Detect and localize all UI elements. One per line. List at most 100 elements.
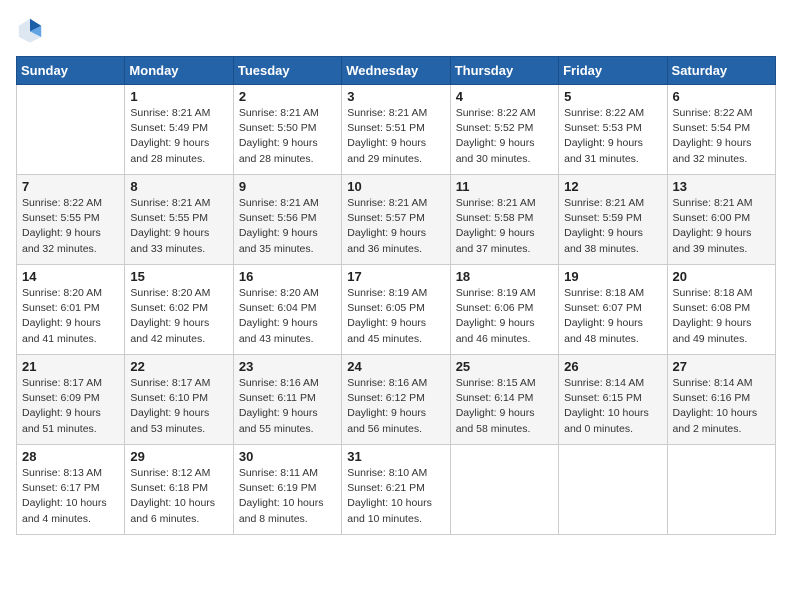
day-number: 18	[456, 269, 553, 284]
calendar-cell: 25 Sunrise: 8:15 AMSunset: 6:14 PMDayligh…	[450, 355, 558, 445]
day-info: Sunrise: 8:16 AMSunset: 6:12 PMDaylight:…	[347, 376, 444, 437]
day-info: Sunrise: 8:15 AMSunset: 6:14 PMDaylight:…	[456, 376, 553, 437]
day-number: 2	[239, 89, 336, 104]
day-number: 8	[130, 179, 227, 194]
calendar-week-5: 28 Sunrise: 8:13 AMSunset: 6:17 PMDayligh…	[17, 445, 776, 535]
day-number: 22	[130, 359, 227, 374]
calendar-cell: 23 Sunrise: 8:16 AMSunset: 6:11 PMDayligh…	[233, 355, 341, 445]
calendar-cell: 29 Sunrise: 8:12 AMSunset: 6:18 PMDayligh…	[125, 445, 233, 535]
day-info: Sunrise: 8:20 AMSunset: 6:02 PMDaylight:…	[130, 286, 227, 347]
calendar-cell: 20 Sunrise: 8:18 AMSunset: 6:08 PMDayligh…	[667, 265, 775, 355]
calendar-cell: 8 Sunrise: 8:21 AMSunset: 5:55 PMDaylight…	[125, 175, 233, 265]
day-number: 29	[130, 449, 227, 464]
day-info: Sunrise: 8:17 AMSunset: 6:09 PMDaylight:…	[22, 376, 119, 437]
day-info: Sunrise: 8:21 AMSunset: 6:00 PMDaylight:…	[673, 196, 770, 257]
day-info: Sunrise: 8:12 AMSunset: 6:18 PMDaylight:…	[130, 466, 227, 527]
calendar-cell: 16 Sunrise: 8:20 AMSunset: 6:04 PMDayligh…	[233, 265, 341, 355]
day-number: 10	[347, 179, 444, 194]
calendar-cell: 21 Sunrise: 8:17 AMSunset: 6:09 PMDayligh…	[17, 355, 125, 445]
day-number: 21	[22, 359, 119, 374]
calendar-cell: 11 Sunrise: 8:21 AMSunset: 5:58 PMDayligh…	[450, 175, 558, 265]
calendar-week-4: 21 Sunrise: 8:17 AMSunset: 6:09 PMDayligh…	[17, 355, 776, 445]
day-info: Sunrise: 8:13 AMSunset: 6:17 PMDaylight:…	[22, 466, 119, 527]
calendar-cell: 6 Sunrise: 8:22 AMSunset: 5:54 PMDaylight…	[667, 85, 775, 175]
day-info: Sunrise: 8:18 AMSunset: 6:08 PMDaylight:…	[673, 286, 770, 347]
day-info: Sunrise: 8:17 AMSunset: 6:10 PMDaylight:…	[130, 376, 227, 437]
calendar-week-3: 14 Sunrise: 8:20 AMSunset: 6:01 PMDayligh…	[17, 265, 776, 355]
weekday-header-saturday: Saturday	[667, 57, 775, 85]
day-info: Sunrise: 8:21 AMSunset: 5:55 PMDaylight:…	[130, 196, 227, 257]
day-info: Sunrise: 8:21 AMSunset: 5:51 PMDaylight:…	[347, 106, 444, 167]
calendar-cell: 14 Sunrise: 8:20 AMSunset: 6:01 PMDayligh…	[17, 265, 125, 355]
day-number: 23	[239, 359, 336, 374]
day-number: 1	[130, 89, 227, 104]
calendar-header: SundayMondayTuesdayWednesdayThursdayFrid…	[17, 57, 776, 85]
calendar-cell	[559, 445, 667, 535]
calendar-cell: 5 Sunrise: 8:22 AMSunset: 5:53 PMDaylight…	[559, 85, 667, 175]
calendar-cell: 24 Sunrise: 8:16 AMSunset: 6:12 PMDayligh…	[342, 355, 450, 445]
day-number: 17	[347, 269, 444, 284]
day-info: Sunrise: 8:21 AMSunset: 5:58 PMDaylight:…	[456, 196, 553, 257]
day-info: Sunrise: 8:21 AMSunset: 5:50 PMDaylight:…	[239, 106, 336, 167]
calendar-cell: 28 Sunrise: 8:13 AMSunset: 6:17 PMDayligh…	[17, 445, 125, 535]
day-number: 3	[347, 89, 444, 104]
day-info: Sunrise: 8:16 AMSunset: 6:11 PMDaylight:…	[239, 376, 336, 437]
logo	[16, 16, 48, 44]
calendar-table: SundayMondayTuesdayWednesdayThursdayFrid…	[16, 56, 776, 535]
day-info: Sunrise: 8:20 AMSunset: 6:01 PMDaylight:…	[22, 286, 119, 347]
calendar-cell	[667, 445, 775, 535]
calendar-cell: 19 Sunrise: 8:18 AMSunset: 6:07 PMDayligh…	[559, 265, 667, 355]
day-number: 14	[22, 269, 119, 284]
day-info: Sunrise: 8:11 AMSunset: 6:19 PMDaylight:…	[239, 466, 336, 527]
weekday-header-thursday: Thursday	[450, 57, 558, 85]
day-info: Sunrise: 8:14 AMSunset: 6:16 PMDaylight:…	[673, 376, 770, 437]
weekday-header-wednesday: Wednesday	[342, 57, 450, 85]
day-info: Sunrise: 8:19 AMSunset: 6:06 PMDaylight:…	[456, 286, 553, 347]
calendar-cell	[450, 445, 558, 535]
day-info: Sunrise: 8:18 AMSunset: 6:07 PMDaylight:…	[564, 286, 661, 347]
day-number: 9	[239, 179, 336, 194]
calendar-cell: 4 Sunrise: 8:22 AMSunset: 5:52 PMDaylight…	[450, 85, 558, 175]
day-number: 27	[673, 359, 770, 374]
day-info: Sunrise: 8:22 AMSunset: 5:54 PMDaylight:…	[673, 106, 770, 167]
calendar-cell: 15Sunrise: 8:20 AMSunset: 6:02 PMDayligh…	[125, 265, 233, 355]
logo-icon	[16, 16, 44, 44]
calendar-cell: 18 Sunrise: 8:19 AMSunset: 6:06 PMDayligh…	[450, 265, 558, 355]
day-info: Sunrise: 8:21 AMSunset: 5:56 PMDaylight:…	[239, 196, 336, 257]
weekday-header-monday: Monday	[125, 57, 233, 85]
day-info: Sunrise: 8:22 AMSunset: 5:55 PMDaylight:…	[22, 196, 119, 257]
calendar-cell: 3 Sunrise: 8:21 AMSunset: 5:51 PMDaylight…	[342, 85, 450, 175]
day-number: 20	[673, 269, 770, 284]
day-info: Sunrise: 8:14 AMSunset: 6:15 PMDaylight:…	[564, 376, 661, 437]
day-number: 5	[564, 89, 661, 104]
calendar-cell: 10Sunrise: 8:21 AMSunset: 5:57 PMDayligh…	[342, 175, 450, 265]
day-number: 4	[456, 89, 553, 104]
day-number: 31	[347, 449, 444, 464]
day-info: Sunrise: 8:22 AMSunset: 5:52 PMDaylight:…	[456, 106, 553, 167]
day-number: 6	[673, 89, 770, 104]
calendar-cell: 31 Sunrise: 8:10 AMSunset: 6:21 PMDayligh…	[342, 445, 450, 535]
day-number: 25	[456, 359, 553, 374]
calendar-cell: 2 Sunrise: 8:21 AMSunset: 5:50 PMDaylight…	[233, 85, 341, 175]
day-number: 26	[564, 359, 661, 374]
calendar-cell: 30Sunrise: 8:11 AMSunset: 6:19 PMDayligh…	[233, 445, 341, 535]
day-info: Sunrise: 8:21 AMSunset: 5:59 PMDaylight:…	[564, 196, 661, 257]
calendar-cell: 7Sunrise: 8:22 AMSunset: 5:55 PMDaylight…	[17, 175, 125, 265]
day-number: 11	[456, 179, 553, 194]
weekday-header-sunday: Sunday	[17, 57, 125, 85]
calendar-cell: 13Sunrise: 8:21 AMSunset: 6:00 PMDayligh…	[667, 175, 775, 265]
calendar-cell: 26 Sunrise: 8:14 AMSunset: 6:15 PMDayligh…	[559, 355, 667, 445]
calendar-cell: 22 Sunrise: 8:17 AMSunset: 6:10 PMDayligh…	[125, 355, 233, 445]
day-number: 19	[564, 269, 661, 284]
day-number: 12	[564, 179, 661, 194]
calendar-cell: 9 Sunrise: 8:21 AMSunset: 5:56 PMDaylight…	[233, 175, 341, 265]
day-number: 16	[239, 269, 336, 284]
day-info: Sunrise: 8:20 AMSunset: 6:04 PMDaylight:…	[239, 286, 336, 347]
day-number: 24	[347, 359, 444, 374]
calendar-cell: 27 Sunrise: 8:14 AMSunset: 6:16 PMDayligh…	[667, 355, 775, 445]
day-number: 28	[22, 449, 119, 464]
day-info: Sunrise: 8:22 AMSunset: 5:53 PMDaylight:…	[564, 106, 661, 167]
day-info: Sunrise: 8:19 AMSunset: 6:05 PMDaylight:…	[347, 286, 444, 347]
day-info: Sunrise: 8:10 AMSunset: 6:21 PMDaylight:…	[347, 466, 444, 527]
calendar-cell: 17 Sunrise: 8:19 AMSunset: 6:05 PMDayligh…	[342, 265, 450, 355]
